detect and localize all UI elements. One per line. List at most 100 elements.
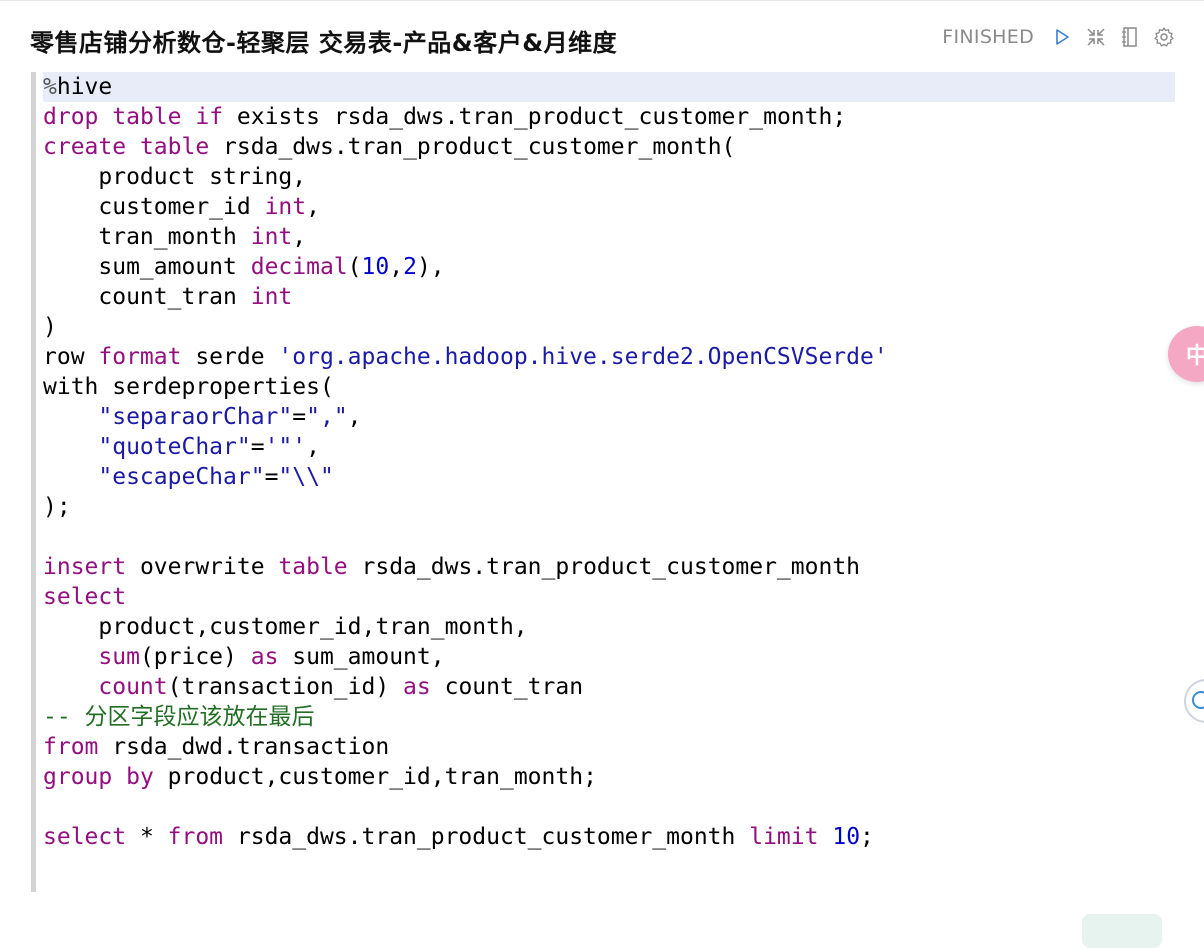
code-line[interactable]: select [43,582,1175,612]
code-line[interactable]: select * from rsda_dws.tran_product_cust… [43,822,1175,852]
code-token: 'org.apache.hadoop.hive.serde2.OpenCSVSe… [278,344,888,370]
code-token: with serdeproperties( [43,374,334,400]
code-line[interactable]: "escapeChar"="\\" [43,462,1175,492]
code-token: count [98,674,168,700]
code-line[interactable]: drop table if exists rsda_dws.tran_produ… [43,102,1175,132]
code-token: insert [43,554,127,580]
code-token: product string, [43,164,307,190]
code-line[interactable]: tran_month int, [43,222,1175,252]
code-token: , [347,404,362,430]
code-token: "quoteChar" [98,434,251,460]
code-line[interactable]: row format serde 'org.apache.hadoop.hive… [43,342,1175,372]
code-token: "separaorChar" [98,404,293,430]
code-token: int [264,194,307,220]
code-token: decimal [250,254,348,280]
code-line[interactable] [43,522,1175,552]
paragraph-title[interactable]: 零售店铺分析数仓-轻聚层 交易表-产品&客户&月维度 [30,23,617,58]
code-token: ); [43,494,71,520]
gear-icon[interactable] [1152,25,1176,49]
code-token: table [139,134,210,160]
code-token: count_tran [43,284,251,310]
code-token: "," [306,404,348,430]
code-token: "escapeChar" [98,464,265,490]
code-line[interactable]: customer_id int, [43,192,1175,222]
code-token: from [167,824,224,850]
code-token: , [306,194,320,220]
code-token: sum_amount, [278,644,445,670]
code-token: , [306,434,320,460]
code-token: , [389,254,404,280]
code-token: as [403,674,431,700]
code-line[interactable]: "separaorChar"=",", [43,402,1175,432]
code-line[interactable] [43,792,1175,822]
code-token: ; [860,824,874,850]
code-line[interactable]: sum_amount decimal(10,2), [43,252,1175,282]
code-editor[interactable]: %hive drop table if exists rsda_dws.tran_… [31,72,1175,892]
code-line[interactable]: count_tran int [43,282,1175,312]
collapse-icon[interactable] [1084,25,1108,49]
corner-widget[interactable] [1082,914,1162,948]
code-token: group [43,764,113,790]
code-token: 10 [832,824,861,850]
code-token: drop [43,104,99,130]
code-token: by [126,764,154,790]
code-token: sum_amount [43,254,251,280]
code-token: (price) [139,644,251,670]
code-line[interactable]: count(transaction_id) as count_tran [43,672,1175,702]
play-icon[interactable] [1050,25,1074,49]
code-token: = [292,404,307,430]
notebook-paragraph: 零售店铺分析数仓-轻聚层 交易表-产品&客户&月维度 FINISHED %hiv… [0,0,1204,948]
code-token: sum [98,644,140,670]
code-token: format [98,344,182,370]
code-token: create [43,134,127,160]
code-token: '"' [264,434,307,460]
code-token: int [250,284,293,310]
code-token: (transaction_id) [167,674,404,700]
code-token: rsda_dwd.transaction [98,734,390,760]
code-token: overwrite [126,554,279,580]
code-line[interactable]: product string, [43,162,1175,192]
code-token: select [43,584,127,610]
code-token: * [126,824,168,850]
code-token: 2 [403,254,417,280]
code-line[interactable]: from rsda_dwd.transaction [43,732,1175,762]
code-line[interactable]: insert overwrite table rsda_dws.tran_pro… [43,552,1175,582]
book-icon[interactable] [1118,25,1142,49]
code-line[interactable]: create table rsda_dws.tran_product_custo… [43,132,1175,162]
code-token: = [264,464,279,490]
code-line[interactable]: -- 分区字段应该放在最后 [43,702,1175,732]
code-token: % [43,74,57,100]
side-floating-button[interactable] [1184,679,1204,723]
code-token: tran_month [43,224,251,250]
code-token: rsda_dws.tran_product_customer_month [347,554,861,580]
code-token: table [112,104,182,130]
code-line[interactable]: ); [43,492,1175,522]
code-token: exists rsda_dws.tran_product_customer_mo… [223,104,847,130]
code-token: row [43,344,99,370]
code-line[interactable]: product,customer_id,tran_month, [43,612,1175,642]
code-token: ( [347,254,362,280]
paragraph-controls: FINISHED [942,23,1176,51]
code-text[interactable]: %hive drop table if exists rsda_dws.tran_… [43,72,1175,852]
code-line[interactable]: sum(price) as sum_amount, [43,642,1175,672]
code-token: if [195,104,224,130]
code-token: from [43,734,99,760]
code-token: -- 分区字段应该放在最后 [43,704,315,730]
code-line[interactable]: with serdeproperties( [43,372,1175,402]
code-token: serde [181,344,279,370]
code-token: 10 [361,254,390,280]
code-token: rsda_dws.tran_product_customer_month [223,824,750,850]
code-line[interactable]: %hive [43,72,1175,102]
code-token: rsda_dws.tran_product_customer_month( [209,134,736,160]
code-line[interactable]: ) [43,312,1175,342]
code-line[interactable]: group by product,customer_id,tran_month; [43,762,1175,792]
code-line[interactable]: "quoteChar"='"', [43,432,1175,462]
